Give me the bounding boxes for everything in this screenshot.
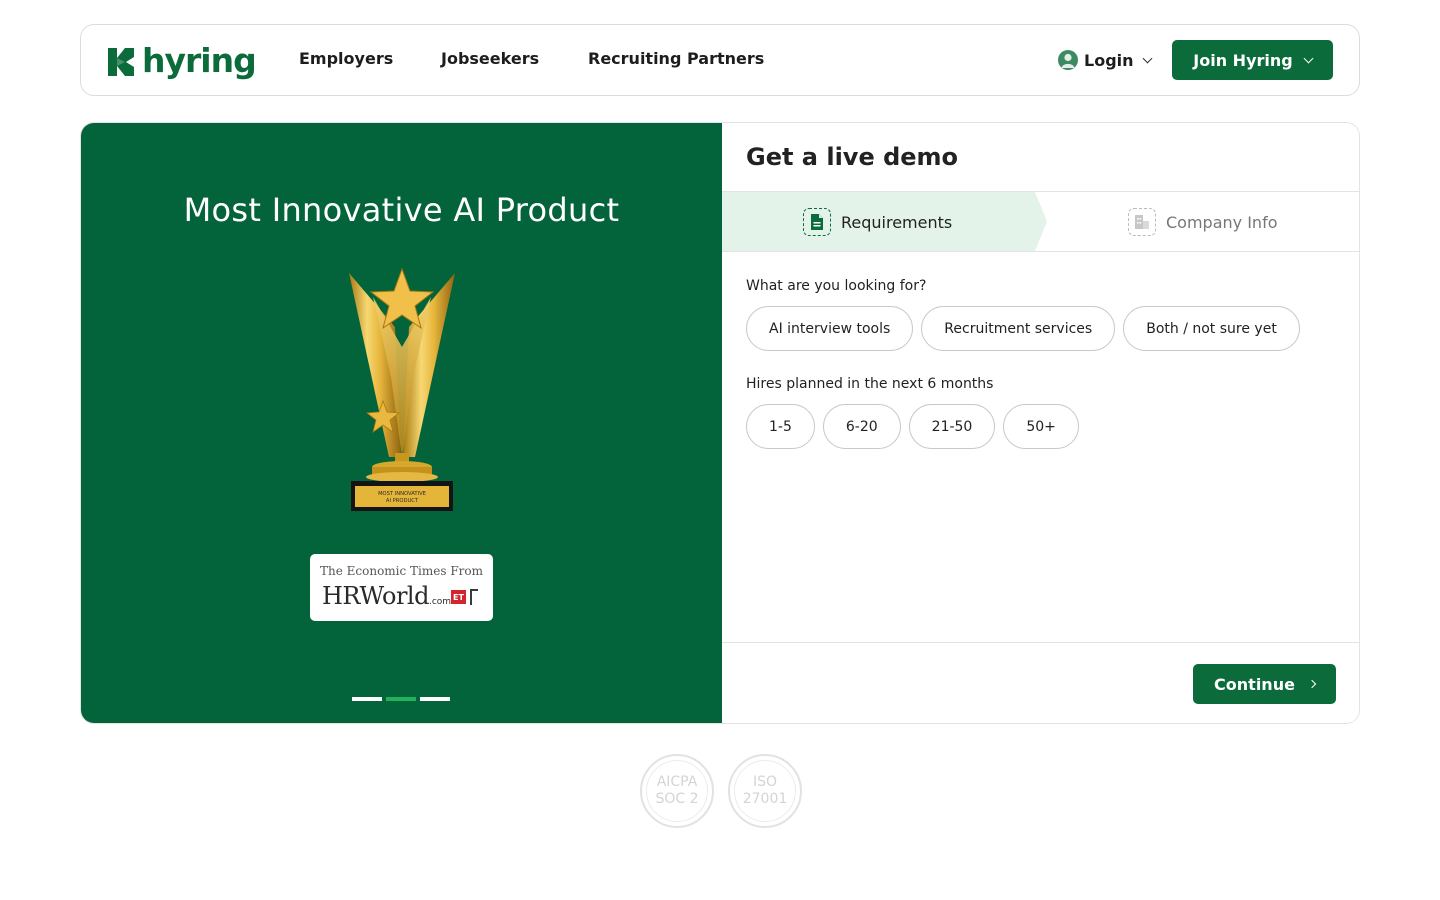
carousel-dot-2[interactable] (386, 697, 416, 701)
form-title: Get a live demo (746, 143, 959, 171)
aicpa-soc2-seal: AICPA SOC 2 (640, 754, 714, 828)
option-both-not-sure[interactable]: Both / not sure yet (1123, 306, 1300, 351)
nav-recruiting-partners[interactable]: Recruiting Partners (588, 49, 764, 68)
carousel-title: Most Innovative AI Product (183, 191, 620, 229)
chevron-right-icon (1307, 679, 1317, 689)
join-hyring-button[interactable]: Join Hyring (1172, 40, 1333, 80)
looking-for-options: AI interview tools Recruitment services … (746, 306, 1300, 351)
svg-text:MOST INNOVATIVE: MOST INNOVATIVE (378, 491, 426, 497)
hrworld-award-badge: The Economic Times From HRWorld.com ET (310, 554, 493, 621)
top-navbar: hyring Employers Jobseekers Recruiting P… (80, 24, 1360, 96)
hires-planned-options: 1-5 6-20 21-50 50+ (746, 404, 1079, 449)
et-logo: ET (451, 590, 466, 604)
nav-jobseekers[interactable]: Jobseekers (441, 49, 539, 68)
join-hyring-label: Join Hyring (1193, 50, 1293, 70)
step-requirements[interactable]: Requirements (803, 208, 952, 236)
step-company-info-label: Company Info (1166, 212, 1278, 232)
hyring-logo-mark-icon (108, 48, 134, 76)
seal-iso-line1: ISO (752, 774, 778, 790)
option-ai-interview-tools[interactable]: AI interview tools (746, 306, 914, 351)
option-hires-21-50[interactable]: 21-50 (908, 404, 996, 449)
form-footer: Continue (722, 642, 1359, 723)
badge-brand-name: HRWorld (322, 582, 429, 610)
iso-27001-seal: ISO 27001 (728, 754, 802, 828)
seal-aicpa-line2: SOC 2 (655, 791, 699, 807)
badge-publisher: The Economic Times From (319, 564, 484, 578)
brand-name: hyring (142, 40, 257, 80)
chevron-down-icon (1142, 53, 1152, 63)
seal-aicpa-line1: AICPA (656, 774, 698, 790)
badge-mark (470, 589, 478, 605)
looking-for-label: What are you looking for? (746, 278, 927, 294)
option-hires-50-plus[interactable]: 50+ (1003, 404, 1079, 449)
demo-card: Most Innovative AI Product MOST INNOVATI… (80, 122, 1360, 724)
user-avatar-icon (1058, 50, 1078, 70)
option-hires-6-20[interactable]: 6-20 (822, 404, 901, 449)
login-dropdown[interactable]: Login (1058, 47, 1152, 73)
demo-request-form: Get a live demo Requirements Company Inf… (722, 123, 1359, 723)
step-company-info[interactable]: Company Info (1128, 208, 1277, 236)
svg-text:AI PRODUCT: AI PRODUCT (386, 498, 419, 504)
hires-planned-label: Hires planned in the next 6 months (746, 376, 994, 392)
continue-label: Continue (1214, 674, 1295, 694)
building-icon (1128, 208, 1156, 236)
login-label: Login (1084, 50, 1134, 70)
certification-seals: AICPA SOC 2 ISO 27001 (640, 754, 802, 828)
badge-brand: HRWorld.com (322, 582, 451, 610)
carousel-indicators (352, 697, 450, 701)
hyring-logo[interactable]: hyring (106, 40, 257, 82)
trophy-icon: MOST INNOVATIVE AI PRODUCT (349, 267, 455, 511)
award-carousel: Most Innovative AI Product MOST INNOVATI… (81, 123, 722, 723)
document-icon (803, 208, 831, 236)
option-recruitment-services[interactable]: Recruitment services (921, 306, 1116, 351)
chevron-down-icon (1303, 53, 1314, 63)
form-stepper: Requirements Company Info (722, 191, 1359, 252)
step-requirements-label: Requirements (841, 212, 953, 232)
option-hires-1-5[interactable]: 1-5 (746, 404, 815, 449)
continue-button[interactable]: Continue (1193, 664, 1336, 704)
badge-brand-suffix: .com (428, 597, 452, 607)
nav-employers[interactable]: Employers (299, 49, 393, 68)
seal-iso-line2: 27001 (742, 791, 788, 807)
carousel-dot-1[interactable] (352, 697, 382, 701)
carousel-dot-3[interactable] (420, 697, 450, 701)
